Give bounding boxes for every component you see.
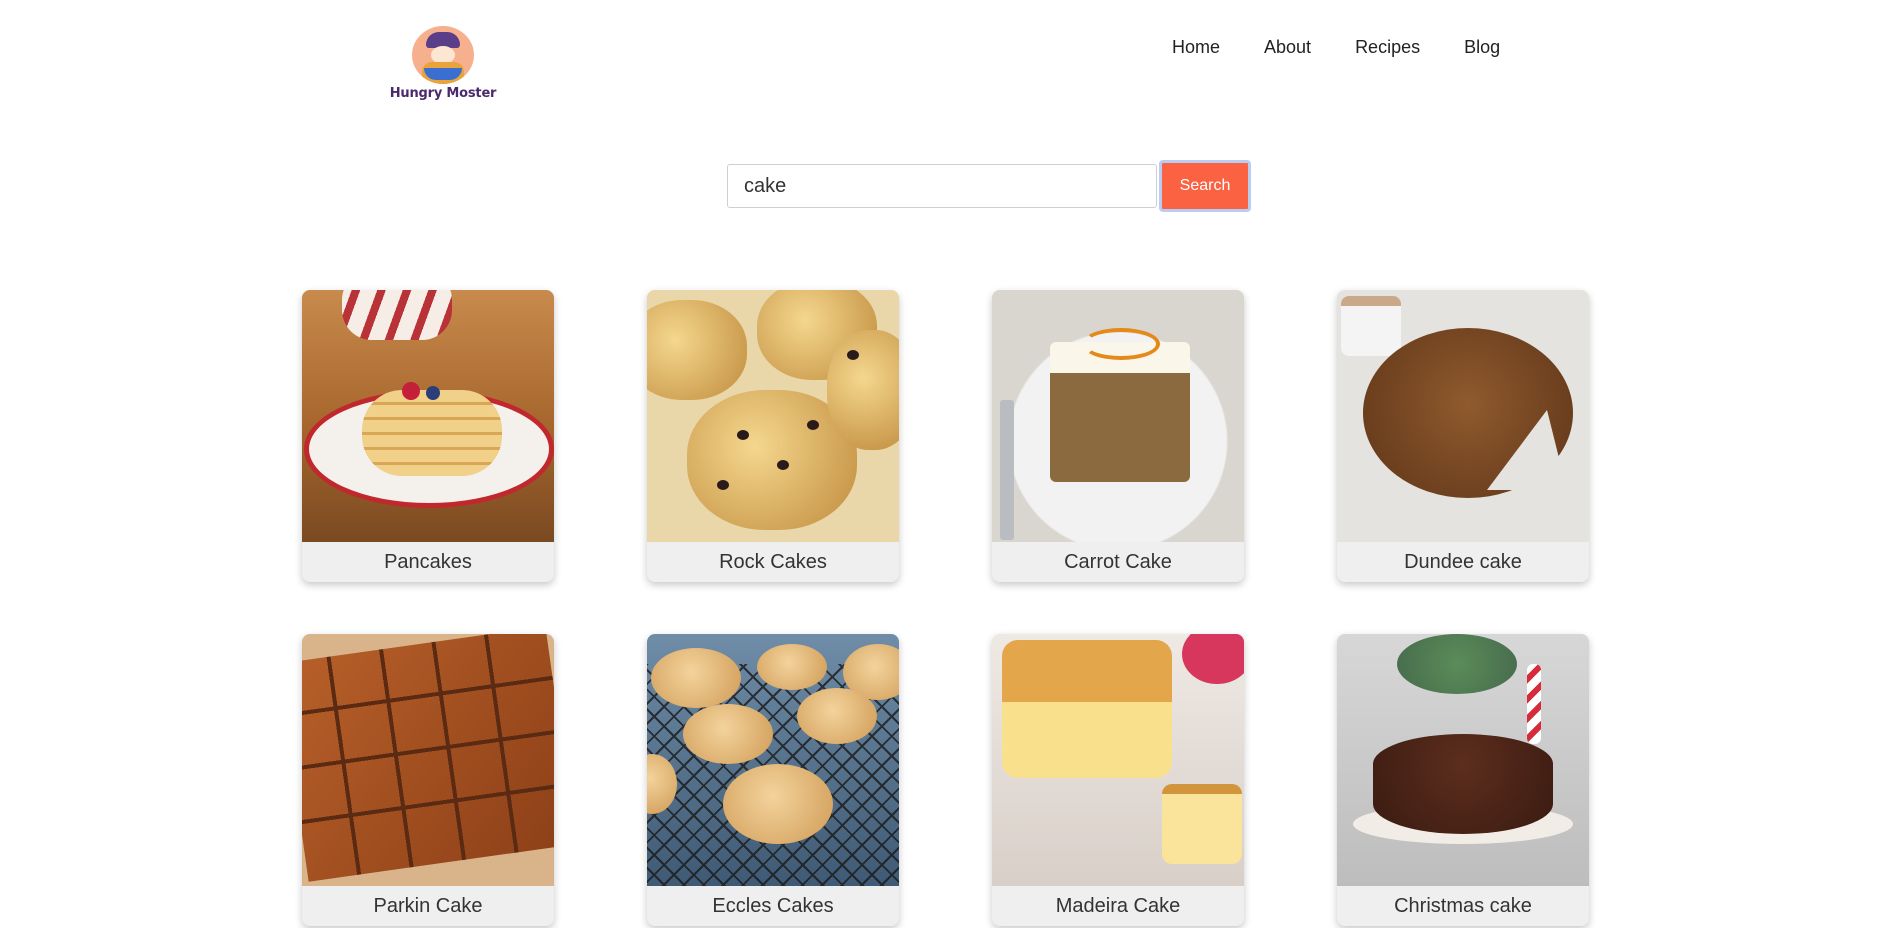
recipe-card-pancakes[interactable]: Pancakes <box>302 290 554 582</box>
recipe-card-parkin-cake[interactable]: Parkin Cake <box>302 634 554 926</box>
search-button[interactable]: Search <box>1159 160 1251 212</box>
recipe-title: Dundee cake <box>1404 551 1522 573</box>
recipe-image <box>647 290 899 542</box>
recipe-image <box>1337 634 1589 886</box>
recipe-title: Parkin Cake <box>373 895 483 917</box>
recipe-card-christmas-cake[interactable]: Christmas cake <box>1337 634 1589 926</box>
recipe-card-dundee-cake[interactable]: Dundee cake <box>1337 290 1589 582</box>
recipe-image <box>302 290 554 542</box>
nav-recipes[interactable]: Recipes <box>1355 36 1420 58</box>
recipe-title: Rock Cakes <box>719 551 827 573</box>
nav-blog[interactable]: Blog <box>1464 36 1500 58</box>
logo-mascot-icon <box>412 26 474 84</box>
recipe-card-rock-cakes[interactable]: Rock Cakes <box>647 290 899 582</box>
logo[interactable]: Hungry Moster <box>388 26 498 102</box>
nav-home[interactable]: Home <box>1172 36 1220 58</box>
logo-text: Hungry Moster <box>389 86 497 101</box>
main-nav: Home About Recipes Blog <box>1172 36 1500 58</box>
recipe-grid: Pancakes Rock Cakes Carrot Cake Dundee c… <box>302 290 1600 926</box>
search-bar: Search <box>727 160 1251 212</box>
recipe-card-eccles-cakes[interactable]: Eccles Cakes <box>647 634 899 926</box>
recipe-image <box>1337 290 1589 542</box>
recipe-image <box>992 290 1244 542</box>
recipe-title: Christmas cake <box>1394 895 1532 917</box>
recipe-title: Pancakes <box>384 551 472 573</box>
recipe-image <box>302 634 554 886</box>
recipe-card-carrot-cake[interactable]: Carrot Cake <box>992 290 1244 582</box>
recipe-image <box>992 634 1244 886</box>
recipe-title: Carrot Cake <box>1064 551 1172 573</box>
search-input[interactable] <box>727 164 1157 208</box>
nav-about[interactable]: About <box>1264 36 1311 58</box>
recipe-card-madeira-cake[interactable]: Madeira Cake <box>992 634 1244 926</box>
page: Hungry Moster Home About Recipes Blog Se… <box>0 0 1903 928</box>
recipe-title: Madeira Cake <box>1055 895 1181 917</box>
recipe-title: Eccles Cakes <box>712 895 834 917</box>
recipe-image <box>647 634 899 886</box>
